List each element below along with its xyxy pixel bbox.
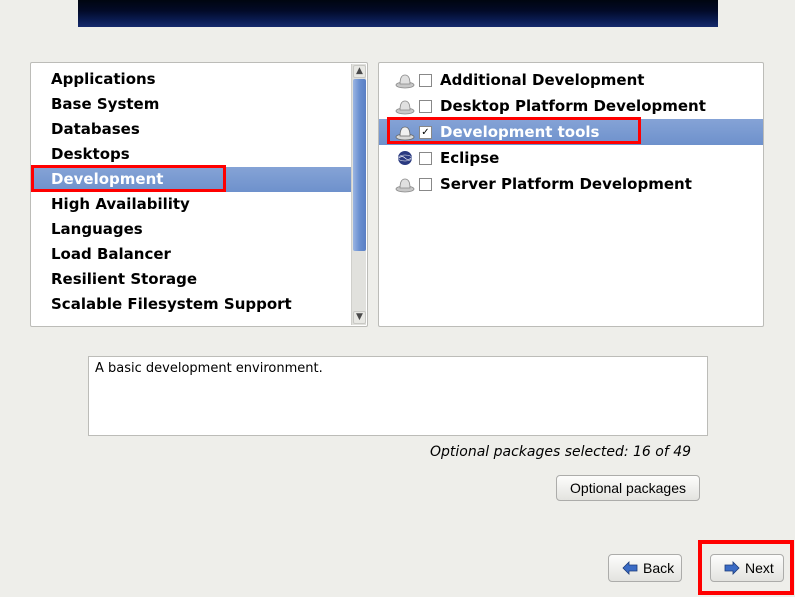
hat-icon bbox=[395, 175, 415, 193]
package-checkbox[interactable] bbox=[419, 74, 432, 87]
hat-icon bbox=[395, 71, 415, 89]
description-text: A basic development environment. bbox=[95, 361, 323, 376]
package-list: Additional Development Desktop Platform … bbox=[379, 63, 763, 197]
category-item-resilient-storage[interactable]: Resilient Storage bbox=[31, 267, 353, 292]
package-item-development-tools[interactable]: Development tools bbox=[379, 119, 763, 145]
package-label: Development tools bbox=[440, 123, 600, 141]
globe-icon bbox=[395, 149, 415, 167]
optional-packages-button[interactable]: Optional packages bbox=[556, 475, 700, 501]
scroll-thumb[interactable] bbox=[353, 79, 366, 251]
package-checkbox[interactable] bbox=[419, 126, 432, 139]
scroll-up-icon[interactable]: ▲ bbox=[353, 65, 366, 78]
scroll-down-icon[interactable]: ▼ bbox=[353, 311, 366, 324]
back-button[interactable]: Back bbox=[608, 554, 682, 582]
category-item-development[interactable]: Development bbox=[31, 167, 353, 192]
category-item-languages[interactable]: Languages bbox=[31, 217, 353, 242]
back-label: Back bbox=[643, 560, 674, 576]
hat-icon bbox=[395, 123, 415, 141]
category-item-databases[interactable]: Databases bbox=[31, 117, 353, 142]
package-panel: Additional Development Desktop Platform … bbox=[378, 62, 764, 327]
hat-icon bbox=[395, 97, 415, 115]
optional-packages-label: Optional packages bbox=[570, 480, 686, 496]
next-label: Next bbox=[745, 560, 774, 576]
category-item-scalable-filesystem[interactable]: Scalable Filesystem Support bbox=[31, 292, 353, 317]
category-panel: Applications Base System Databases Deskt… bbox=[30, 62, 368, 327]
category-list: Applications Base System Databases Deskt… bbox=[31, 63, 353, 317]
arrow-right-icon bbox=[723, 561, 741, 575]
package-checkbox[interactable] bbox=[419, 178, 432, 191]
package-checkbox[interactable] bbox=[419, 100, 432, 113]
package-label: Eclipse bbox=[440, 149, 499, 167]
package-checkbox[interactable] bbox=[419, 152, 432, 165]
package-item-server-platform-development[interactable]: Server Platform Development bbox=[379, 171, 763, 197]
category-scrollbar[interactable]: ▲ ▼ bbox=[351, 64, 366, 325]
category-item-high-availability[interactable]: High Availability bbox=[31, 192, 353, 217]
next-button[interactable]: Next bbox=[710, 554, 784, 582]
category-item-applications[interactable]: Applications bbox=[31, 67, 353, 92]
category-item-load-balancer[interactable]: Load Balancer bbox=[31, 242, 353, 267]
optional-status-text: Optional packages selected: 16 of 49 bbox=[430, 444, 691, 460]
header-banner bbox=[78, 0, 718, 27]
arrow-left-icon bbox=[621, 561, 639, 575]
package-item-eclipse[interactable]: Eclipse bbox=[379, 145, 763, 171]
package-item-additional-development[interactable]: Additional Development bbox=[379, 67, 763, 93]
category-item-base-system[interactable]: Base System bbox=[31, 92, 353, 117]
package-label: Desktop Platform Development bbox=[440, 97, 706, 115]
description-box: A basic development environment. bbox=[88, 356, 708, 436]
package-label: Server Platform Development bbox=[440, 175, 692, 193]
package-label: Additional Development bbox=[440, 71, 644, 89]
category-item-desktops[interactable]: Desktops bbox=[31, 142, 353, 167]
package-item-desktop-platform-development[interactable]: Desktop Platform Development bbox=[379, 93, 763, 119]
